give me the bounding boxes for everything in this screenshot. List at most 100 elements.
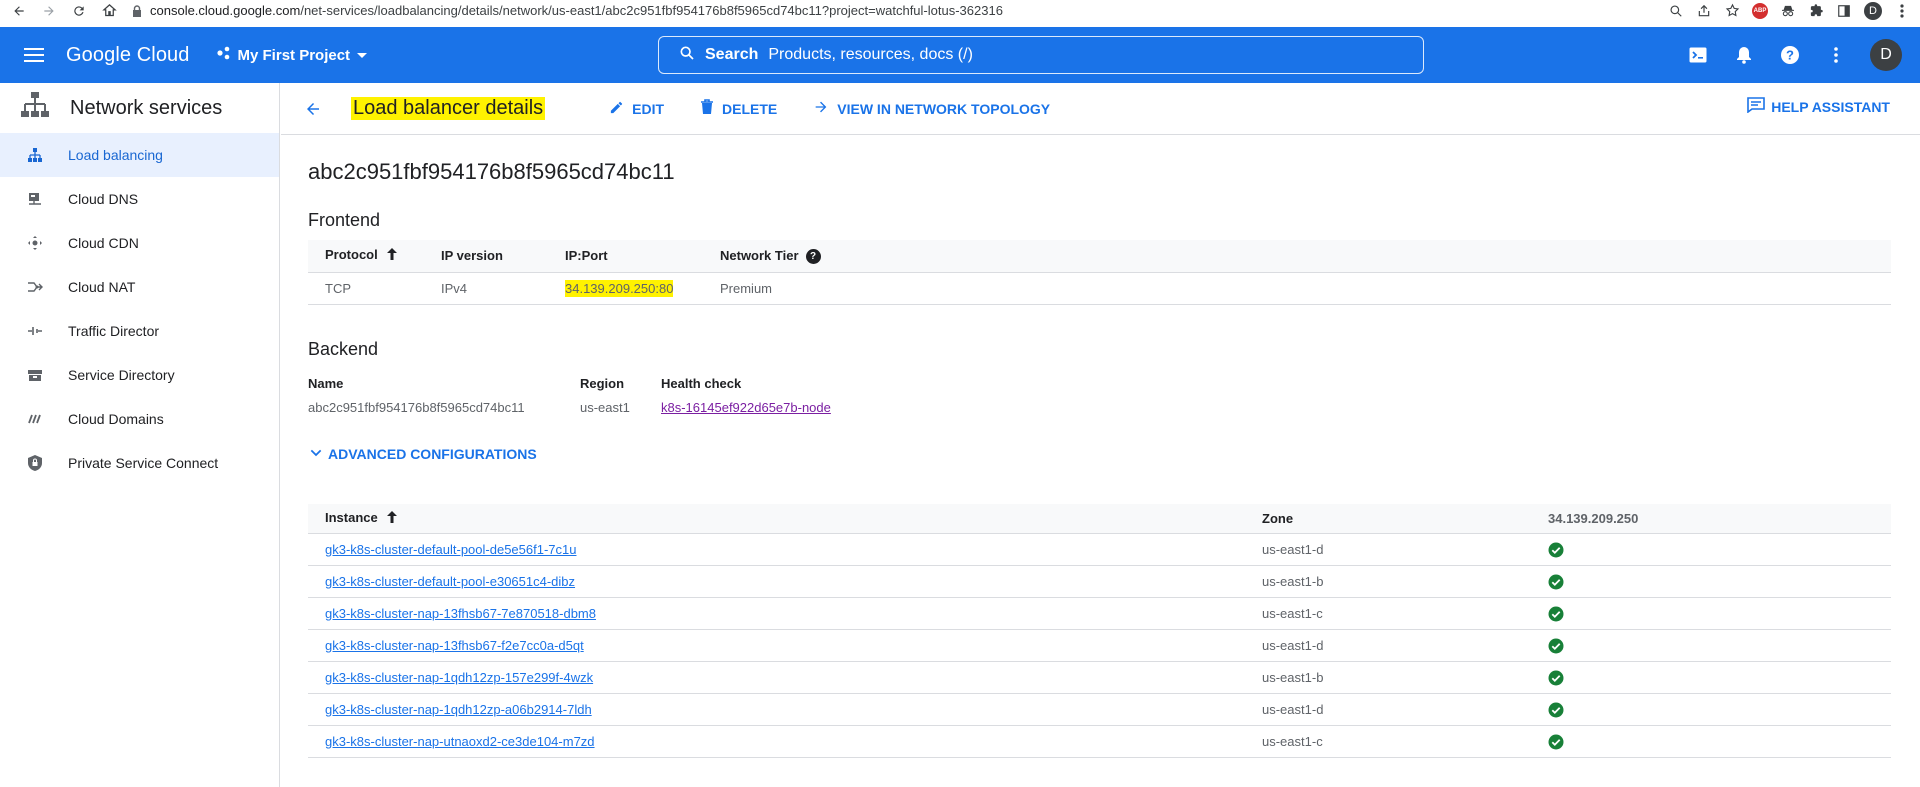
more-vert-icon[interactable]	[1824, 43, 1848, 67]
healthy-check-icon	[1548, 637, 1564, 654]
browser-back-icon[interactable]	[10, 2, 28, 20]
sidebar-item-cloud-dns[interactable]: Cloud DNS	[0, 177, 279, 221]
page-toolbar: Load balancer details EDIT DELETE VIEW I…	[281, 83, 1920, 135]
load-balancing-icon	[24, 144, 46, 166]
col-protocol[interactable]: Protocol	[308, 240, 424, 273]
account-avatar[interactable]: D	[1870, 39, 1902, 71]
edit-button[interactable]: EDIT	[609, 100, 664, 118]
help-circle-icon[interactable]: ?	[805, 248, 821, 264]
healthy-check-icon	[1548, 733, 1564, 750]
traffic-director-icon	[24, 320, 46, 342]
sort-ascending-icon[interactable]	[386, 510, 398, 527]
hamburger-menu-icon[interactable]	[22, 43, 46, 67]
sidebar-title: Network services	[70, 96, 223, 119]
backend-name-value: abc2c951fbf954176b8f5965cd74bc11	[308, 400, 525, 415]
healthy-check-icon	[1548, 701, 1564, 718]
instance-link[interactable]: gk3-k8s-cluster-nap-1qdh12zp-157e299f-4w…	[325, 670, 593, 685]
sidebar-item-cloud-nat[interactable]: Cloud NAT	[0, 265, 279, 309]
arrow-forward-icon	[813, 99, 829, 118]
instances-table: Instance Zone 34.139.209.250 gk3-k8s-clu…	[308, 503, 1891, 758]
ip-version-value: IPv4	[424, 272, 548, 305]
url-path: /net-services/loadbalancing/details/netw…	[300, 3, 1003, 18]
instance-link[interactable]: gk3-k8s-cluster-default-pool-de5e56f1-7c…	[325, 542, 576, 557]
chevron-down-icon	[356, 47, 368, 64]
zone-value: us-east1-d	[1245, 693, 1531, 726]
extension-spy-icon[interactable]	[1780, 3, 1796, 19]
table-row: gk3-k8s-cluster-nap-1qdh12zp-a06b2914-7l…	[308, 693, 1891, 726]
dns-icon	[24, 188, 46, 210]
instance-link[interactable]: gk3-k8s-cluster-nap-13fhsb67-7e870518-db…	[325, 606, 596, 621]
protocol-value: TCP	[308, 272, 424, 305]
instance-link[interactable]: gk3-k8s-cluster-nap-utnaoxd2-ce3de104-m7…	[325, 734, 595, 749]
help-assistant-label: HELP ASSISTANT	[1771, 98, 1890, 115]
domains-icon	[24, 408, 46, 430]
healthy-check-icon	[1548, 573, 1564, 590]
col-backend-ip: 34.139.209.250	[1531, 503, 1891, 534]
col-instance[interactable]: Instance	[308, 503, 1245, 534]
browser-home-icon[interactable]	[100, 2, 118, 20]
instance-link[interactable]: gk3-k8s-cluster-default-pool-e30651c4-di…	[325, 574, 575, 589]
side-panel-icon[interactable]	[1836, 3, 1852, 19]
project-picker[interactable]: My First Project	[216, 46, 369, 64]
sidebar-item-label: Traffic Director	[68, 323, 160, 339]
backend-region-value: us-east1	[580, 400, 630, 415]
main-content: Load balancer details EDIT DELETE VIEW I…	[281, 83, 1920, 787]
sidebar-item-label: Load balancing	[68, 147, 163, 163]
frontend-header-row: Protocol IP version IP:Port Network Tier…	[308, 240, 1891, 273]
backend-heading: Backend	[308, 338, 379, 359]
console-header: Google Cloud My First Project Search Pro…	[0, 27, 1920, 83]
address-bar[interactable]: console.cloud.google.com/net-services/lo…	[150, 3, 1003, 18]
zone-value: us-east1-b	[1245, 565, 1531, 598]
zoom-icon[interactable]	[1668, 3, 1684, 19]
search-icon	[679, 45, 695, 66]
share-icon[interactable]	[1696, 3, 1712, 19]
adblock-extension-icon[interactable]: ABP	[1752, 2, 1768, 19]
table-row: gk3-k8s-cluster-nap-13fhsb67-f2e7cc0a-d5…	[308, 629, 1891, 662]
sidebar-item-cloud-domains[interactable]: Cloud Domains	[0, 397, 279, 441]
sidebar: Network services Load balancing Cloud DN…	[0, 83, 280, 787]
sort-ascending-icon[interactable]	[386, 247, 398, 264]
healthy-check-icon	[1548, 541, 1564, 558]
cdn-icon	[24, 232, 46, 254]
instance-link[interactable]: gk3-k8s-cluster-nap-13fhsb67-f2e7cc0a-d5…	[325, 638, 584, 653]
col-network-tier: Network Tier?	[703, 240, 1891, 273]
backend-health-check-label: Health check	[661, 375, 742, 391]
project-hex-icon	[216, 46, 232, 64]
browser-forward-icon[interactable]	[40, 2, 58, 20]
instances-header-row: Instance Zone 34.139.209.250	[308, 503, 1891, 534]
bookmark-star-icon[interactable]	[1724, 3, 1740, 19]
search-placeholder: Products, resources, docs (/)	[768, 46, 973, 63]
frontend-heading: Frontend	[308, 210, 381, 230]
project-name: My First Project	[237, 46, 351, 64]
back-arrow-icon[interactable]	[301, 97, 325, 121]
cloud-shell-icon[interactable]	[1686, 43, 1710, 67]
sidebar-item-label: Cloud Domains	[68, 411, 164, 427]
help-assistant-button[interactable]: HELP ASSISTANT	[1747, 97, 1890, 116]
sidebar-item-cloud-cdn[interactable]: Cloud CDN	[0, 221, 279, 265]
view-network-topology-button[interactable]: VIEW IN NETWORK TOPOLOGY	[813, 99, 1050, 118]
health-check-link[interactable]: k8s-16145ef922d65e7b-node	[661, 400, 831, 415]
zone-value: us-east1-c	[1245, 597, 1531, 630]
google-cloud-logo[interactable]: Google Cloud	[66, 44, 190, 67]
delete-button[interactable]: DELETE	[700, 99, 777, 118]
sidebar-item-label: Service Directory	[68, 367, 175, 383]
search-input[interactable]: Search Products, resources, docs (/)	[658, 36, 1424, 74]
sidebar-item-label: Cloud NAT	[68, 279, 136, 295]
nat-icon	[24, 276, 46, 298]
sidebar-item-private-service-connect[interactable]: Private Service Connect	[0, 441, 279, 485]
sidebar-item-service-directory[interactable]: Service Directory	[0, 353, 279, 397]
instance-link[interactable]: gk3-k8s-cluster-nap-1qdh12zp-a06b2914-7l…	[325, 702, 592, 717]
pencil-icon	[609, 100, 624, 118]
private-service-connect-icon	[24, 452, 46, 474]
trash-icon	[700, 99, 714, 118]
browser-reload-icon[interactable]	[70, 2, 88, 20]
extensions-puzzle-icon[interactable]	[1808, 3, 1824, 19]
notifications-bell-icon[interactable]	[1732, 43, 1756, 67]
sidebar-item-load-balancing[interactable]: Load balancing	[0, 133, 279, 177]
sidebar-item-traffic-director[interactable]: Traffic Director	[0, 309, 279, 353]
advanced-configurations-toggle[interactable]: ADVANCED CONFIGURATIONS	[308, 445, 1891, 464]
browser-menu-icon[interactable]	[1894, 3, 1910, 19]
help-icon[interactable]: ?	[1778, 43, 1802, 67]
service-directory-icon	[24, 364, 46, 386]
browser-profile-avatar[interactable]: D	[1864, 1, 1882, 20]
